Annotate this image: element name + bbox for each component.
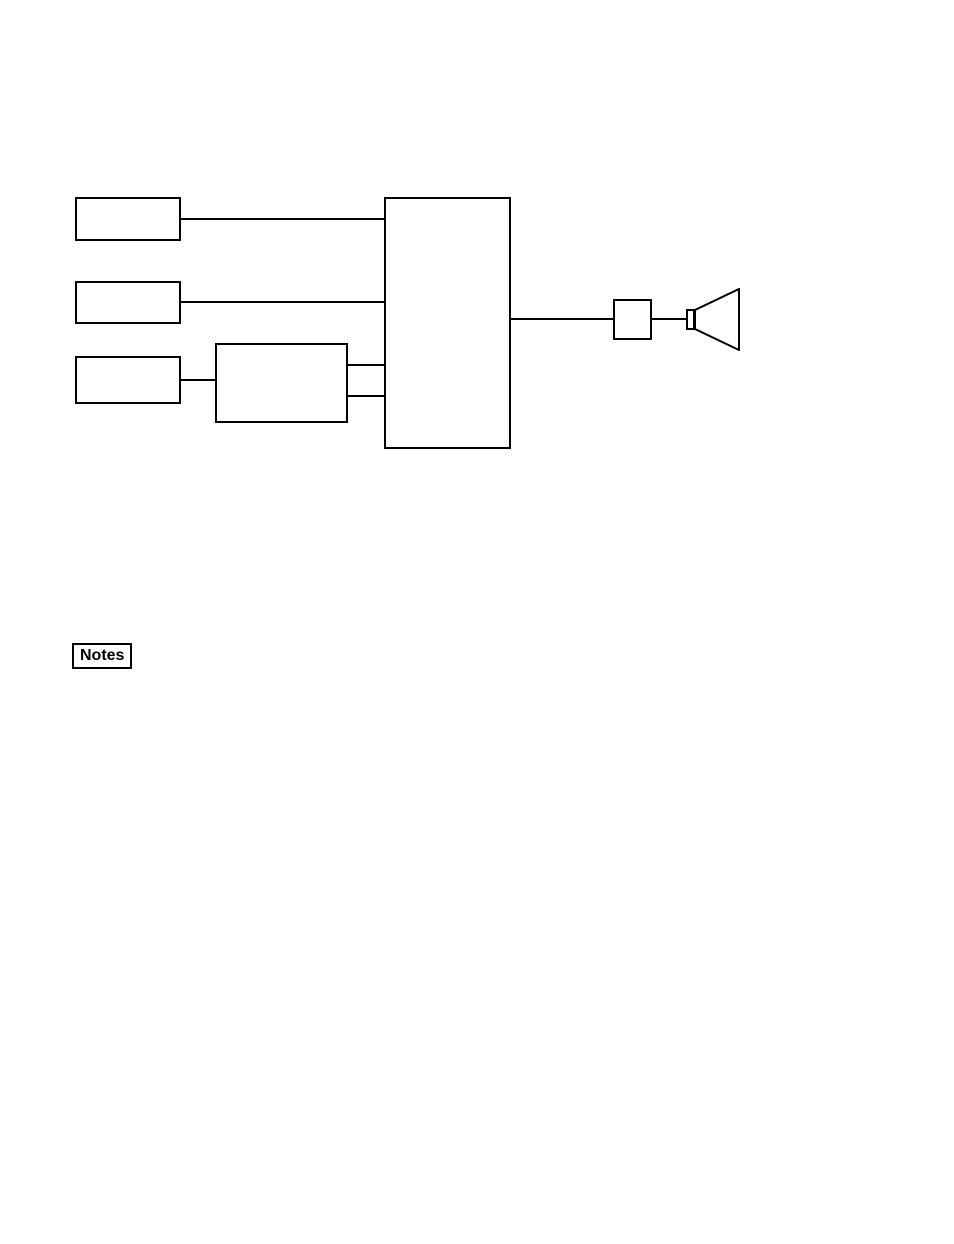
converter-box — [215, 343, 348, 423]
input-box-1 — [75, 197, 181, 241]
wire-1 — [181, 218, 384, 220]
wire-3a — [181, 379, 215, 381]
speaker-neck — [686, 309, 695, 330]
wire-3b-top — [348, 364, 384, 366]
notes-heading: Notes — [80, 647, 124, 664]
processor-box — [384, 197, 511, 449]
notes-heading-box: Notes — [72, 643, 132, 669]
amp-box — [613, 299, 652, 340]
wire-out-2 — [652, 318, 686, 320]
wire-2 — [181, 301, 384, 303]
input-box-2 — [75, 281, 181, 324]
speaker-icon — [695, 288, 740, 351]
page: Notes — [0, 0, 954, 1244]
wire-out-1 — [511, 318, 613, 320]
wire-3b-bot — [348, 395, 384, 397]
input-box-3 — [75, 356, 181, 404]
